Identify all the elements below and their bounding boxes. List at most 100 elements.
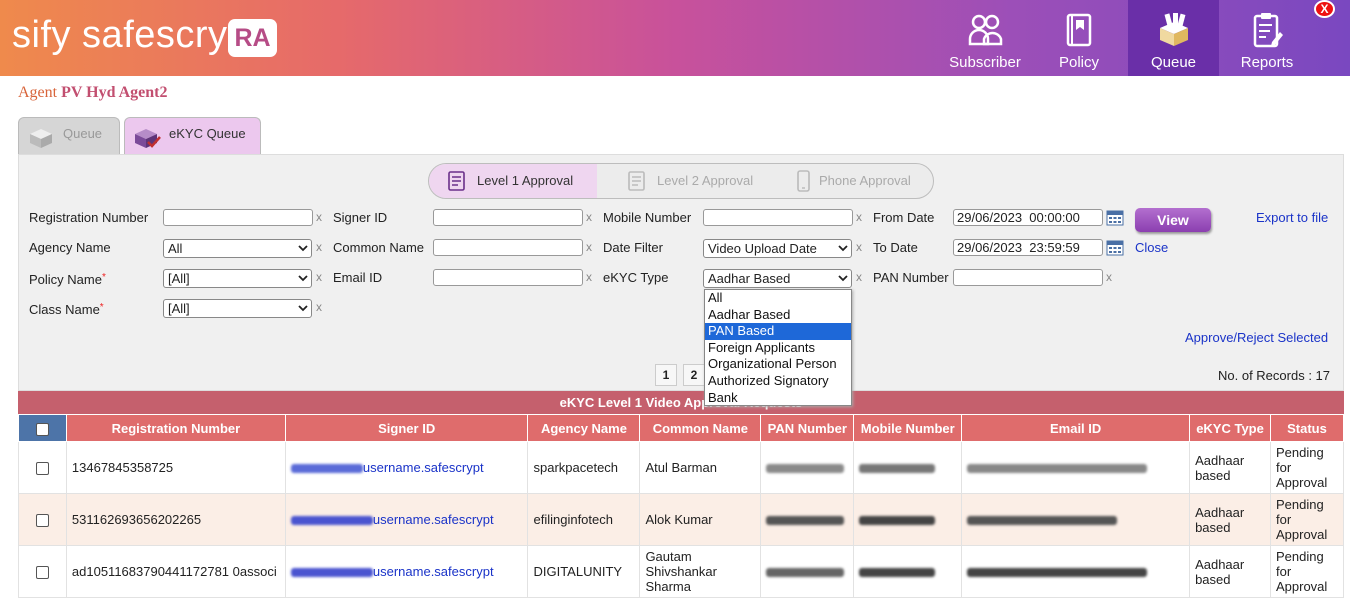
- column-header[interactable]: Agency Name: [527, 414, 641, 442]
- signer-id-cell[interactable]: username.safescrypt: [284, 441, 529, 494]
- ekyc-option[interactable]: Aadhar Based: [705, 307, 851, 324]
- from-date-input[interactable]: [953, 209, 1103, 226]
- row-select-cell[interactable]: [18, 545, 67, 598]
- approve-reject-selected-link[interactable]: Approve/Reject Selected: [1185, 330, 1328, 345]
- email-id-input[interactable]: [433, 269, 583, 286]
- queue-boxes-icon: [1159, 13, 1188, 46]
- redacted-text: [967, 516, 1118, 526]
- view-button[interactable]: View: [1135, 208, 1211, 232]
- close-link[interactable]: Close: [1135, 240, 1168, 255]
- common-name-input[interactable]: [433, 239, 583, 256]
- signer-id-input[interactable]: [433, 209, 583, 226]
- signer-id-link[interactable]: username.safescrypt: [363, 460, 484, 475]
- row-checkbox[interactable]: [35, 514, 49, 528]
- page-2-button[interactable]: 2: [683, 364, 705, 386]
- table-row[interactable]: 531162693656202265 username.safescrypt e…: [18, 493, 1345, 546]
- nav-subscriber[interactable]: Subscriber: [942, 0, 1028, 76]
- clear-pan-number[interactable]: x: [1106, 270, 1112, 284]
- tab-ekyc-queue[interactable]: eKYC Queue: [124, 117, 261, 154]
- column-header[interactable]: Status: [1269, 414, 1345, 442]
- row-checkbox[interactable]: [35, 566, 49, 580]
- nav-policy-label: Policy: [1058, 54, 1099, 71]
- agency-name-label: Agency Name: [29, 240, 111, 255]
- row-select-cell[interactable]: [18, 441, 67, 494]
- calendar-icon[interactable]: [1106, 240, 1124, 256]
- level2-approval-tab[interactable]: Level 2 Approval: [609, 164, 769, 198]
- common-name-cell: Gautam Shivshankar Sharma: [639, 545, 762, 598]
- nav-reports[interactable]: Reports: [1219, 0, 1315, 76]
- ekyc-option[interactable]: All: [705, 290, 851, 307]
- calendar-icon[interactable]: [1106, 210, 1124, 226]
- signer-id-cell[interactable]: username.safescrypt: [284, 545, 529, 598]
- status-cell: Pending for Approval: [1269, 493, 1345, 546]
- signer-id-link[interactable]: username.safescrypt: [373, 512, 494, 527]
- registration-number-input[interactable]: [163, 209, 313, 226]
- column-header[interactable]: Registration Number: [65, 414, 286, 442]
- clear-mobile-number[interactable]: x: [856, 210, 862, 224]
- clear-agency-name[interactable]: x: [316, 240, 322, 254]
- column-header[interactable]: eKYC Type: [1189, 414, 1271, 442]
- redacted-text: [859, 568, 936, 578]
- nav-queue[interactable]: Queue: [1128, 0, 1219, 76]
- signer-id-cell[interactable]: username.safescrypt: [284, 493, 529, 546]
- table-row[interactable]: ad10511683790441172781 0associ username.…: [18, 545, 1345, 598]
- class-name-select[interactable]: [All]: [163, 299, 312, 318]
- ekyc-option[interactable]: Organizational Person: [705, 356, 851, 373]
- column-header[interactable]: Email ID: [961, 414, 1191, 442]
- ekyc-option[interactable]: Foreign Applicants: [705, 340, 851, 357]
- column-header[interactable]: Signer ID: [284, 414, 529, 442]
- clear-policy-name[interactable]: x: [316, 270, 322, 284]
- phone-approval-tab[interactable]: Phone Approval: [781, 164, 931, 198]
- to-date-label: To Date: [873, 240, 918, 255]
- row-checkbox[interactable]: [35, 462, 49, 476]
- pan-number-input[interactable]: [953, 269, 1103, 286]
- registration-number-cell: ad10511683790441172781 0associ: [65, 545, 286, 598]
- ekyc-type-select[interactable]: Aadhar Based: [703, 269, 852, 288]
- clear-signer-id[interactable]: x: [586, 210, 592, 224]
- date-filter-select[interactable]: Video Upload Date: [703, 239, 852, 258]
- pan-number-label: PAN Number: [873, 270, 949, 285]
- agent-name: PV Hyd Agent2: [61, 84, 168, 101]
- ekyc-option-highlighted[interactable]: PAN Based: [705, 323, 851, 340]
- export-to-file-link[interactable]: Export to file: [1256, 210, 1328, 225]
- level2-approval-label: Level 2 Approval: [657, 173, 754, 188]
- redacted-text: [766, 464, 845, 474]
- select-all-checkbox[interactable]: [35, 422, 49, 436]
- select-all-cell[interactable]: [18, 414, 67, 442]
- ekyc-type-dropdown: All Aadhar Based PAN Based Foreign Appli…: [704, 289, 852, 406]
- nav-reports-label: Reports: [1240, 54, 1294, 71]
- chevron-down-icon: [838, 245, 848, 252]
- ekyc-type-label: eKYC Type: [603, 270, 669, 285]
- level1-approval-tab[interactable]: Level 1 Approval: [429, 164, 597, 198]
- ekyc-option[interactable]: Authorized Signatory: [705, 373, 851, 390]
- to-date-input[interactable]: [953, 239, 1103, 256]
- signer-id-link[interactable]: username.safescrypt: [373, 564, 494, 579]
- date-filter-label: Date Filter: [603, 240, 663, 255]
- clear-common-name[interactable]: x: [586, 240, 592, 254]
- page-1-button[interactable]: 1: [655, 364, 677, 386]
- clear-class-name[interactable]: x: [316, 300, 322, 314]
- redacted-text: [766, 516, 845, 526]
- column-header[interactable]: Common Name: [639, 414, 762, 442]
- clear-ekyc-type[interactable]: x: [856, 270, 862, 284]
- queue-icon: [30, 129, 52, 148]
- mobile-number-input[interactable]: [703, 209, 853, 226]
- close-button[interactable]: X: [1314, 0, 1335, 18]
- table-header-row: Registration Number Signer ID Agency Nam…: [18, 414, 1345, 442]
- ekyc-option[interactable]: Bank: [705, 390, 851, 407]
- tab-queue[interactable]: Queue: [18, 117, 120, 154]
- clear-date-filter[interactable]: x: [856, 240, 862, 254]
- class-name-text: Class Name: [29, 302, 100, 317]
- agency-name-select[interactable]: All: [163, 239, 312, 258]
- column-header[interactable]: PAN Number: [760, 414, 855, 442]
- nav-policy[interactable]: Policy: [1034, 0, 1124, 76]
- row-select-cell[interactable]: [18, 493, 67, 546]
- policy-name-select[interactable]: [All]: [163, 269, 312, 288]
- clear-registration-number[interactable]: x: [316, 210, 322, 224]
- mobile-number-cell: [853, 545, 963, 598]
- column-header[interactable]: Mobile Number: [853, 414, 963, 442]
- clear-email-id[interactable]: x: [586, 270, 592, 284]
- pan-number-cell: [760, 441, 855, 494]
- table-row[interactable]: 13467845358725 username.safescrypt spark…: [18, 441, 1345, 494]
- ekyc-type-cell: Aadhaar based: [1189, 545, 1271, 598]
